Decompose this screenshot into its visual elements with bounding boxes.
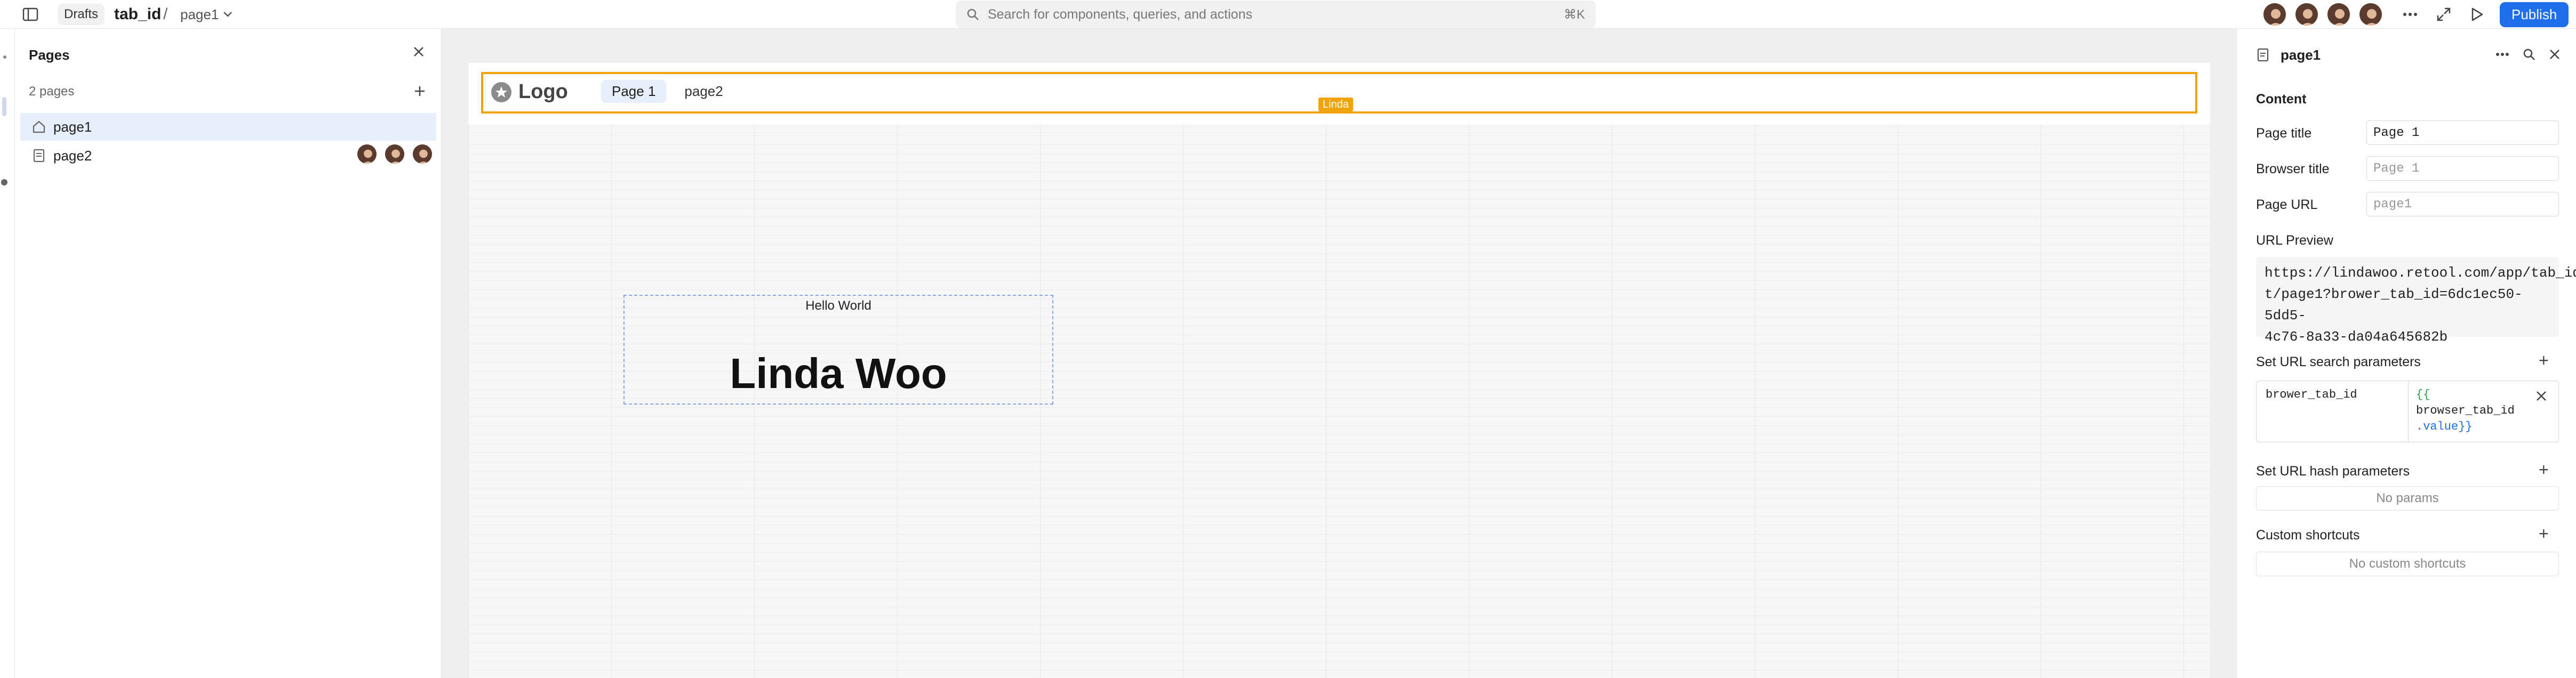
- avatar[interactable]: [2326, 2, 2351, 27]
- sidebar-toggle-icon[interactable]: [22, 0, 38, 29]
- page-item-label: page2: [53, 147, 92, 164]
- left-rail: [0, 29, 15, 678]
- play-icon[interactable]: [2470, 0, 2484, 29]
- publish-button[interactable]: Publish: [2500, 2, 2569, 27]
- shortcuts-empty: No custom shortcuts: [2256, 552, 2559, 576]
- search-params-label: Set URL search parameters: [2256, 354, 2421, 369]
- page-item-label: page1: [53, 118, 92, 135]
- url-preview-box: https://lindawoo.retool.com/app/tab_id_t…: [2256, 257, 2576, 345]
- collaborator-avatars: [2262, 0, 2383, 29]
- add-page-icon[interactable]: [414, 85, 426, 97]
- add-search-param-icon[interactable]: +: [2539, 352, 2549, 369]
- search-icon[interactable]: [2523, 48, 2535, 61]
- page-item-page1[interactable]: page1: [20, 113, 436, 141]
- search-bar[interactable]: Search for components, queries, and acti…: [956, 1, 1596, 28]
- top-bar: Drafts tab_id / page1 Search for compone…: [0, 0, 2576, 29]
- remove-param-icon[interactable]: [2535, 390, 2547, 402]
- chevron-down-icon: [223, 11, 233, 18]
- drafts-badge[interactable]: Drafts: [58, 4, 105, 25]
- rail-active-indicator: [2, 97, 6, 116]
- page-settings-icon: [2256, 48, 2270, 62]
- avatar[interactable]: [356, 143, 378, 165]
- content-section-title: Content: [2256, 92, 2307, 107]
- hash-params-label: Set URL hash parameters: [2256, 464, 2410, 479]
- param-value-line: browser_tab_id: [2416, 404, 2515, 417]
- page-url-label: Page URL: [2256, 197, 2318, 212]
- param-value-line: .value}}: [2416, 420, 2473, 433]
- pages-count: 2 pages: [29, 84, 75, 99]
- add-hash-param-icon[interactable]: +: [2539, 461, 2549, 478]
- search-icon: [966, 8, 979, 21]
- url-preview-line: https://lindawoo.retool.com/app/tab_id_t…: [2265, 265, 2576, 281]
- collaborator-selection-tag: Linda: [1318, 98, 1353, 111]
- more-icon[interactable]: [2403, 0, 2418, 29]
- url-preview-line: 4c76-8a33-da04a645682b: [2265, 329, 2448, 345]
- rail-status-icon[interactable]: [1, 179, 7, 185]
- inspector-title: page1: [2281, 47, 2321, 63]
- breadcrumb-separator: /: [163, 5, 168, 23]
- search-placeholder: Search for components, queries, and acti…: [988, 6, 1253, 22]
- pages-panel-title: Pages: [29, 47, 70, 63]
- home-icon: [32, 120, 46, 134]
- add-shortcut-icon[interactable]: +: [2539, 525, 2549, 542]
- nav-tab-page-1[interactable]: Page 1: [601, 80, 667, 103]
- page-switcher[interactable]: page1: [180, 0, 233, 29]
- search-shortcut: ⌘K: [1563, 7, 1585, 22]
- expand-icon[interactable]: [2436, 0, 2451, 29]
- page-url-input[interactable]: page1: [2366, 192, 2559, 216]
- page-icon: [32, 149, 46, 163]
- browser-title-input[interactable]: Page 1: [2366, 156, 2559, 181]
- logo-icon: [491, 82, 512, 103]
- avatar[interactable]: [412, 143, 433, 165]
- avatar[interactable]: [384, 143, 405, 165]
- current-page-label: page1: [180, 6, 219, 22]
- param-divider: [2408, 381, 2409, 442]
- page-title-input[interactable]: Page 1: [2366, 120, 2559, 145]
- hash-params-empty: No params: [2256, 486, 2559, 511]
- more-icon[interactable]: [2496, 52, 2509, 57]
- avatar[interactable]: [2358, 2, 2383, 27]
- url-preview-label: URL Preview: [2256, 233, 2333, 248]
- hello-text[interactable]: Hello World: [623, 298, 1053, 313]
- close-icon[interactable]: [413, 46, 425, 58]
- logo-text: Logo: [518, 80, 568, 103]
- param-value-input[interactable]: {{ browser_tab_id .value}}: [2416, 387, 2515, 435]
- shortcuts-label: Custom shortcuts: [2256, 528, 2360, 543]
- page-title-label: Page title: [2256, 126, 2312, 141]
- avatar[interactable]: [2294, 2, 2319, 27]
- page2-viewers: [356, 143, 433, 165]
- url-preview-line: t/page1?brower_tab_id=6dc1ec50-5dd5-: [2265, 286, 2523, 324]
- app-nav: Page 1 page2: [601, 80, 734, 103]
- param-value-line: {{: [2416, 388, 2430, 401]
- name-heading[interactable]: Linda Woo: [623, 349, 1053, 398]
- avatar[interactable]: [2262, 2, 2287, 27]
- browser-title-label: Browser title: [2256, 162, 2330, 176]
- close-icon[interactable]: [2549, 49, 2560, 60]
- rail-dot-icon[interactable]: [3, 55, 6, 59]
- app-logo[interactable]: Logo: [491, 80, 568, 103]
- nav-tab-page2[interactable]: page2: [674, 80, 733, 103]
- param-key-input[interactable]: brower_tab_id: [2266, 388, 2357, 401]
- app-name[interactable]: tab_id: [114, 5, 161, 23]
